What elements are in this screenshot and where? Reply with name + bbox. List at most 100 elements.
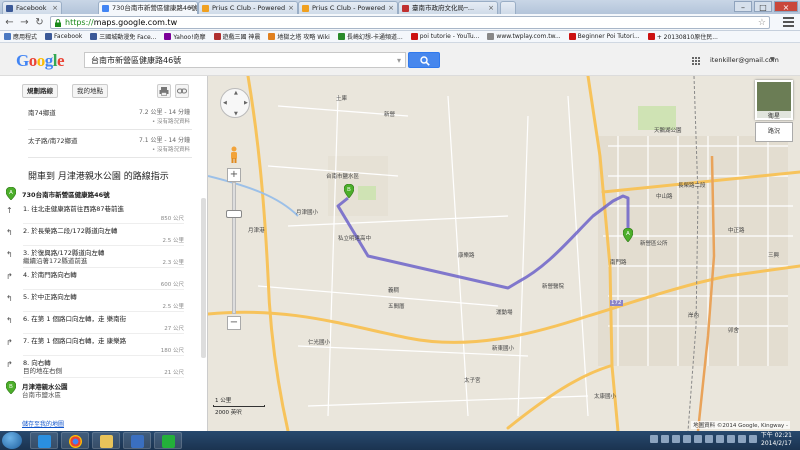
search-button[interactable]: [408, 52, 440, 68]
tray-icon[interactable]: [727, 435, 735, 443]
link-icon[interactable]: [175, 84, 189, 98]
tray-icon[interactable]: [661, 435, 669, 443]
panel-scrollbar[interactable]: [201, 198, 206, 358]
alt-route-2[interactable]: 太子路/南72鄉道 7.1 公里 - 14 分鐘 • 沒有路況資料: [28, 132, 192, 158]
forward-button[interactable]: →: [18, 16, 31, 29]
my-places-button[interactable]: 我的地點: [72, 84, 108, 98]
bookmark-item[interactable]: Yahoo!奇摩: [164, 32, 206, 41]
map-end-marker-icon[interactable]: A: [623, 228, 633, 242]
start-marker-icon: A: [6, 187, 16, 200]
bookmark-item[interactable]: www.twplay.com.tw...: [487, 33, 561, 40]
direction-step[interactable]: ↑ 1. 往北走健康路前往西路87巷前進 850 公尺: [0, 204, 200, 226]
bookmark-item[interactable]: + 20130810原住民...: [647, 32, 718, 41]
tab-prius-1[interactable]: Prius C Club - Powered ×: [198, 1, 298, 14]
ie-icon: [38, 435, 51, 448]
direction-step[interactable]: ↰ 2. 於長榮路二段/172縣道向左轉 2.5 公里: [0, 226, 200, 248]
bookmark-item[interactable]: 地獄之塔 攻略 Wiki: [268, 32, 330, 41]
taskbar-chrome[interactable]: [61, 432, 89, 449]
direction-step[interactable]: ↰ 5. 於中正路向左轉 2.5 公里: [0, 292, 200, 314]
maximize-button[interactable]: □: [754, 1, 772, 12]
google-maps-icon: [102, 5, 109, 12]
map-canvas[interactable]: 土庫 新營 天鵝湖公園 中山路 中正路 長榮路二段 新營區公所 台南市鹽水區 月津國小 月津港 私立…: [208, 76, 800, 431]
bookmark-item[interactable]: 遊戲三國 神晨: [213, 32, 260, 41]
tab-maps[interactable]: 730台南市新營區健康路46號 ×: [98, 1, 198, 14]
bookmark-item[interactable]: 應用程式: [4, 32, 37, 41]
search-input[interactable]: 台南市新營區健康路46號 ▾: [84, 52, 406, 68]
browser-menu-icon[interactable]: [783, 17, 794, 27]
save-to-my-maps-link[interactable]: 儲存至我的地圖: [22, 419, 64, 428]
turn-arrow-icon: ↰: [6, 316, 13, 325]
direction-step[interactable]: ↱ 7. 在第 1 個路口向右轉，走 康樂路 180 公尺: [0, 336, 200, 358]
tab-culture[interactable]: 臺南市政府文化局─... ×: [398, 1, 498, 14]
destination[interactable]: 月津港親水公園 台南市鹽水區: [22, 383, 68, 399]
directions-button[interactable]: 規劃路線: [22, 84, 58, 98]
tray-icon[interactable]: [705, 435, 713, 443]
direction-step[interactable]: ↰ 3. 於復興路/172縣道向左轉 繼續沿著172縣道前進 2.3 公里: [0, 248, 200, 270]
bookmark-icon: [487, 33, 495, 40]
zoom-in-button[interactable]: +: [227, 168, 241, 182]
url-scheme: https://: [65, 18, 94, 27]
start-button[interactable]: [2, 432, 22, 449]
back-button[interactable]: ←: [3, 16, 16, 29]
bookmark-item[interactable]: 長崎幻想-卡通頻道...: [337, 32, 403, 41]
zoom-slider-handle[interactable]: [226, 210, 242, 218]
account-email[interactable]: itenkiller@gmail.com: [710, 56, 779, 64]
bookmark-star-icon[interactable]: ☆: [758, 17, 766, 29]
print-icon[interactable]: [157, 84, 171, 98]
alt-route-1[interactable]: 南74鄉道 7.2 公里 - 14 分鐘 • 沒有路況資料: [28, 104, 192, 130]
pan-control[interactable]: ▲ ▼ ◀ ▶: [220, 88, 250, 118]
taskbar-media[interactable]: [123, 432, 151, 449]
close-icon[interactable]: ×: [288, 2, 294, 14]
volume-icon[interactable]: [738, 435, 746, 443]
svg-text:A: A: [626, 231, 630, 237]
reload-button[interactable]: ↻: [33, 16, 46, 29]
close-icon[interactable]: ×: [388, 2, 394, 14]
traffic-toggle[interactable]: 路況: [755, 122, 793, 142]
step-distance: 850 公尺: [160, 216, 184, 222]
tab-facebook[interactable]: Facebook ×: [2, 1, 62, 14]
tray-icon[interactable]: [716, 435, 724, 443]
direction-step[interactable]: ↱ 4. 於南門路向右轉 600 公尺: [0, 270, 200, 292]
taskbar-line[interactable]: [154, 432, 182, 449]
map-label: 土庫: [336, 96, 348, 102]
alt-route-note: • 沒有路況資料: [152, 147, 190, 153]
window-close-button[interactable]: ×: [774, 1, 798, 12]
map-start-marker-icon[interactable]: B: [344, 184, 354, 198]
taskbar-explorer[interactable]: [92, 432, 120, 449]
tray-icon[interactable]: [672, 435, 680, 443]
turn-arrow-icon: ↱: [6, 272, 13, 281]
bookmark-item[interactable]: poi tutorie - YouTu...: [410, 33, 479, 40]
line-icon: [162, 435, 175, 448]
clear-icon[interactable]: ▾: [397, 53, 401, 68]
apps-grid-icon[interactable]: [692, 57, 700, 65]
windows-taskbar: 下午 02:21 2014/2/17: [0, 431, 800, 450]
step-text: 1. 往北走健康路前往西路87巷前進: [23, 205, 125, 213]
chevron-down-icon[interactable]: ▼: [770, 56, 775, 63]
address-bar[interactable]: https://maps.google.com.tw ☆: [50, 16, 770, 29]
close-icon[interactable]: ×: [488, 2, 494, 14]
bookmark-item[interactable]: 三國城動漫免 Face...: [90, 32, 156, 41]
zoom-out-button[interactable]: −: [227, 316, 241, 330]
taskbar-ie[interactable]: [30, 432, 58, 449]
tray-icon[interactable]: [650, 435, 658, 443]
pegman-icon[interactable]: [228, 146, 240, 164]
google-logo[interactable]: Google: [16, 51, 65, 71]
bookmark-item[interactable]: Beginner Poi Tutori...: [568, 33, 640, 40]
start-address[interactable]: 730台南市新營區健康路46號: [22, 189, 110, 199]
zoom-slider-track[interactable]: [232, 182, 236, 314]
taskbar-clock[interactable]: 下午 02:21 2014/2/17: [761, 432, 792, 448]
turn-arrow-icon: ↱: [6, 338, 13, 347]
close-icon[interactable]: ×: [52, 2, 58, 14]
tab-title: 臺南市政府文化局─...: [412, 4, 475, 12]
tab-prius-2[interactable]: Prius C Club - Powered ×: [298, 1, 398, 14]
direction-step[interactable]: ↰ 6. 在第 1 個路口向左轉，走 樂南街 27 公尺: [0, 314, 200, 336]
new-tab-button[interactable]: [500, 1, 516, 14]
minimize-button[interactable]: –: [734, 1, 752, 12]
tray-icon[interactable]: [694, 435, 702, 443]
bookmark-item[interactable]: Facebook: [45, 33, 82, 40]
close-icon[interactable]: ×: [188, 2, 194, 14]
network-icon[interactable]: [749, 435, 757, 443]
tray-icon[interactable]: [683, 435, 691, 443]
destination-region: 台南市鹽水區: [22, 391, 61, 399]
direction-step[interactable]: ↱ 8. 向右轉 目的地在右側 21 公尺: [0, 358, 200, 380]
